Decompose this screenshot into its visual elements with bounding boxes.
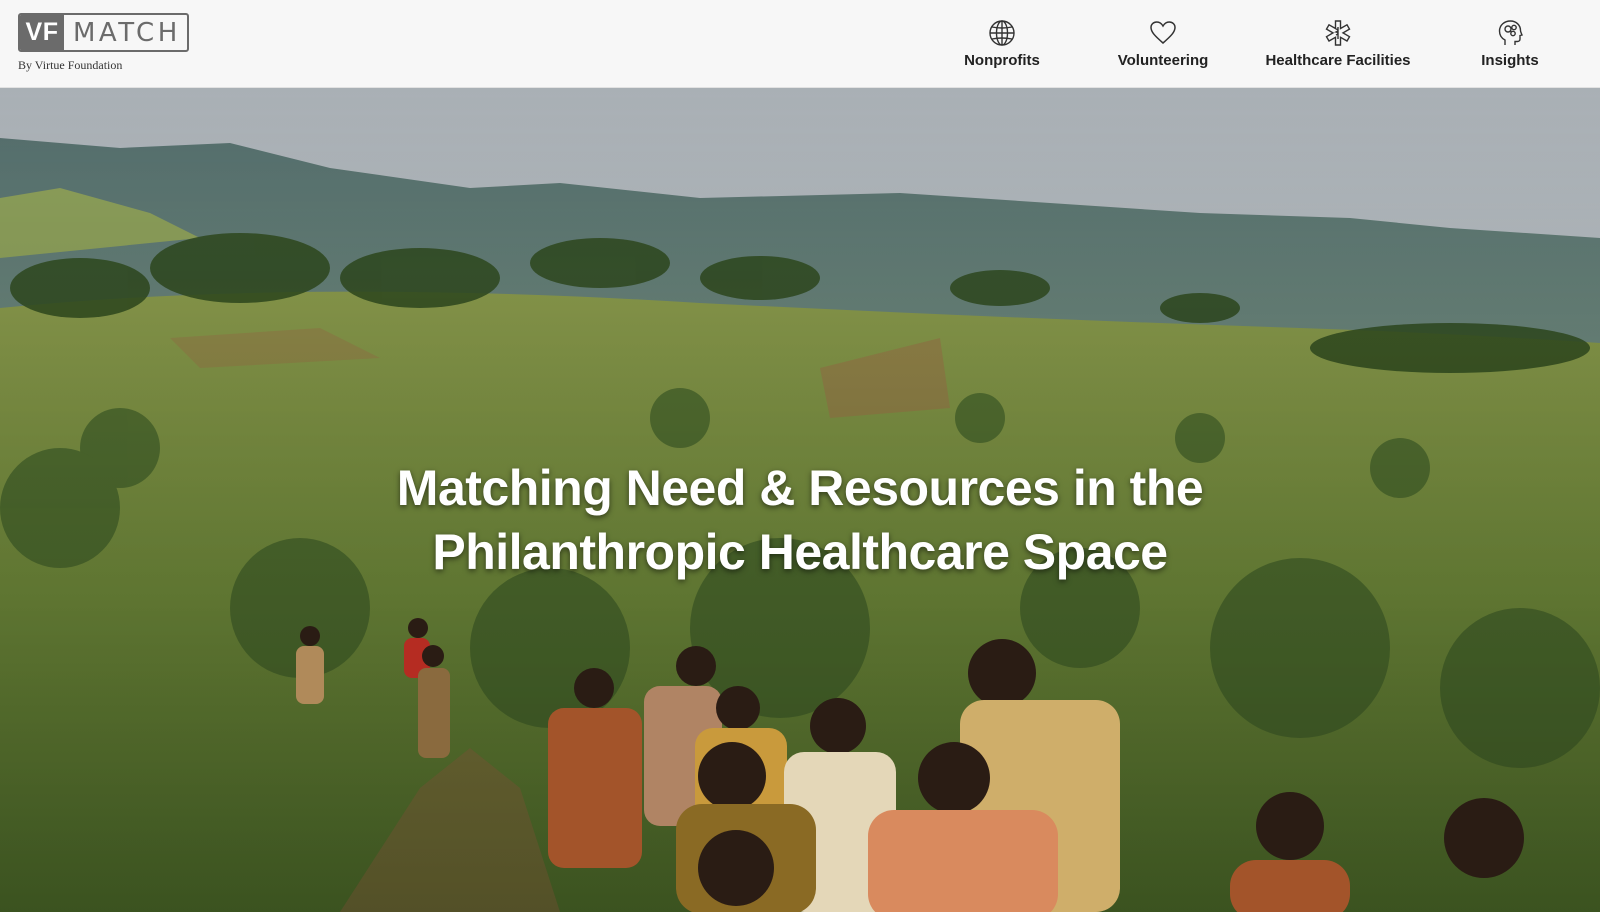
nav-item-nonprofits[interactable]: Nonprofits bbox=[946, 18, 1058, 69]
heart-icon bbox=[1148, 18, 1178, 48]
head-insights-icon bbox=[1495, 18, 1525, 48]
top-navigation-bar: VF MATCH By Virtue Foundation Nonprofits… bbox=[0, 0, 1600, 88]
hero-banner: Matching Need & Resources in the Philant… bbox=[0, 88, 1600, 912]
hero-headline-line-1: Matching Need & Resources in the bbox=[396, 460, 1204, 516]
hero-headline-line-2: Philanthropic Healthcare Space bbox=[432, 524, 1168, 580]
logo-vf-text: VF bbox=[20, 15, 64, 50]
logo-mark: VF MATCH bbox=[18, 13, 189, 52]
nav-label-insights: Insights bbox=[1481, 52, 1539, 69]
nav-label-nonprofits: Nonprofits bbox=[964, 52, 1040, 69]
nav-item-volunteering[interactable]: Volunteering bbox=[1108, 18, 1218, 69]
nav-label-volunteering: Volunteering bbox=[1117, 52, 1209, 69]
hero-headline: Matching Need & Resources in the Philant… bbox=[0, 456, 1600, 584]
nav-item-healthcare-facilities[interactable]: Healthcare Facilities bbox=[1258, 18, 1418, 69]
nav-item-insights[interactable]: Insights bbox=[1460, 18, 1560, 69]
logo-match-text: MATCH bbox=[73, 17, 181, 48]
logo-subtitle: By Virtue Foundation bbox=[18, 58, 123, 72]
medical-cross-icon bbox=[1323, 18, 1353, 48]
nav-label-healthcare-facilities: Healthcare Facilities bbox=[1265, 52, 1411, 69]
globe-icon bbox=[987, 18, 1017, 48]
vf-match-logo[interactable]: VF MATCH By Virtue Foundation bbox=[18, 13, 189, 73]
